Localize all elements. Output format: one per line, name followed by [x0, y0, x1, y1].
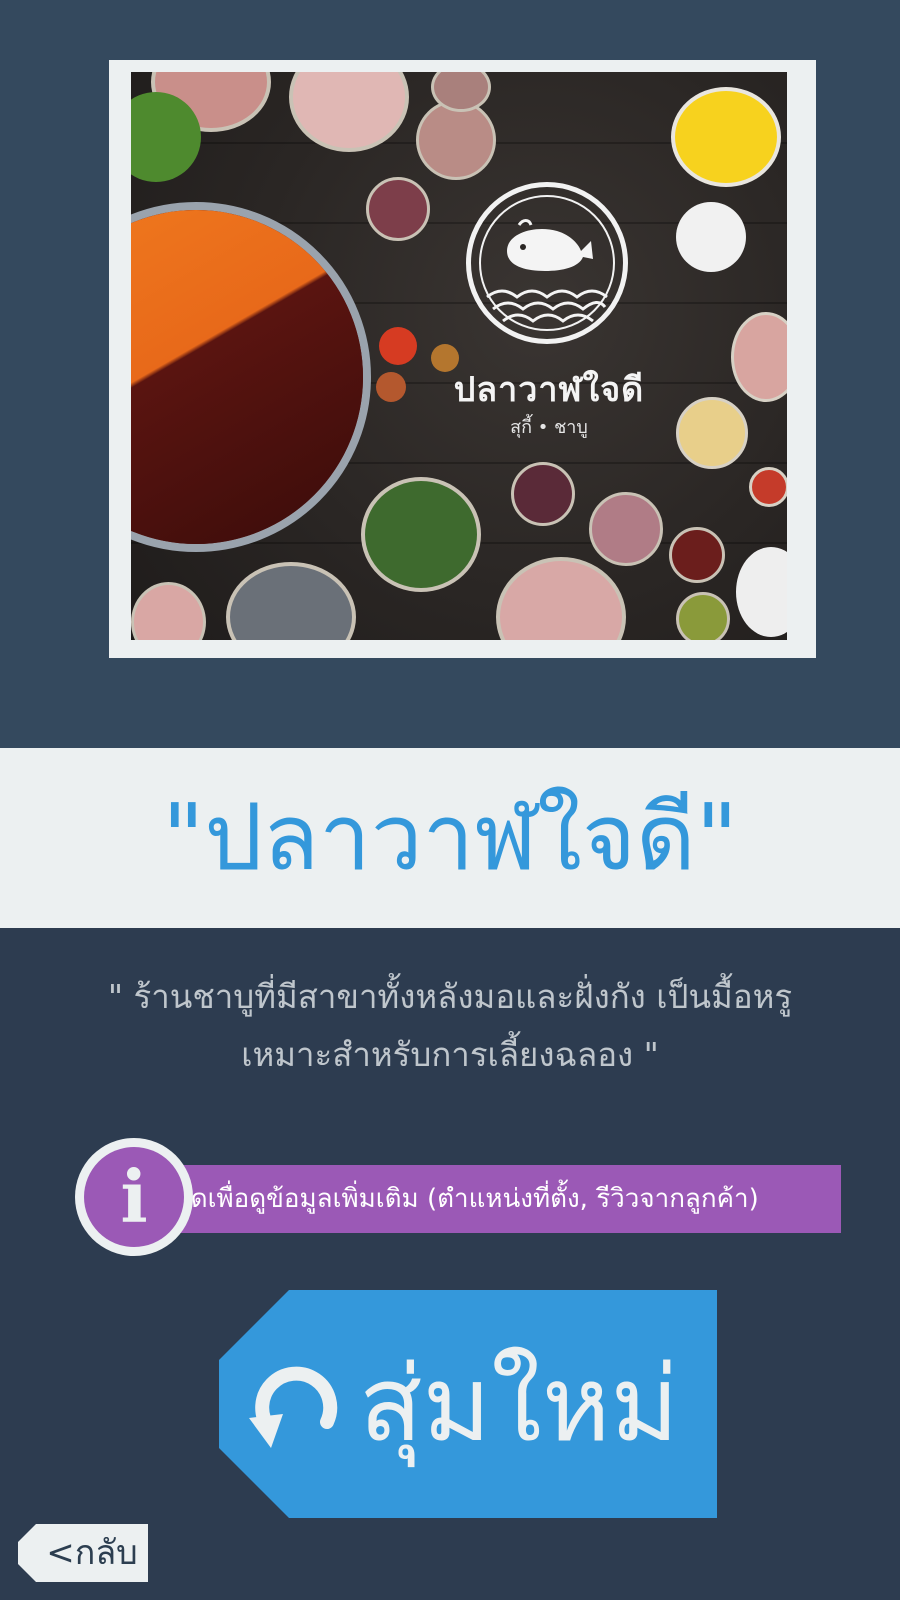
- image-logo-title: ปลาวาฬใจดี: [453, 370, 645, 410]
- back-label[interactable]: <กลับ: [36, 1524, 148, 1582]
- refresh-icon: [249, 1366, 338, 1448]
- restaurant-name: "ปลาวาฬใจดี": [162, 784, 738, 891]
- title-band: "ปลาวาฬใจดี": [0, 748, 900, 928]
- image-logo-subtitle: สุกี้ • ชาบู: [510, 417, 588, 438]
- back-button[interactable]: <กลับ: [18, 1524, 148, 1582]
- hotpot-bowl: [131, 202, 371, 552]
- restaurant-description: " ร้านชาบูที่มีสาขาทั้งหลังมอและฝั่งกัง …: [107, 977, 793, 1074]
- more-info-label[interactable]: กดเพื่อดูข้อมูลเพิ่มเติม (ตำแหน่งที่ตั้ง…: [175, 1165, 835, 1233]
- restaurant-photo: ปลาวาฬใจดี สุกี้ • ชาบู: [131, 72, 787, 640]
- restaurant-photo-frame: ปลาวาฬใจดี สุกี้ • ชาบู: [109, 60, 816, 658]
- whale-logo: [466, 182, 628, 344]
- random-again-label[interactable]: สุ่มใหม่: [359, 1290, 699, 1518]
- whale-icon: [507, 219, 593, 271]
- random-again-button[interactable]: สุ่มใหม่: [219, 1290, 717, 1518]
- info-icon[interactable]: i: [75, 1138, 193, 1256]
- info-glyph: i: [120, 1154, 148, 1239]
